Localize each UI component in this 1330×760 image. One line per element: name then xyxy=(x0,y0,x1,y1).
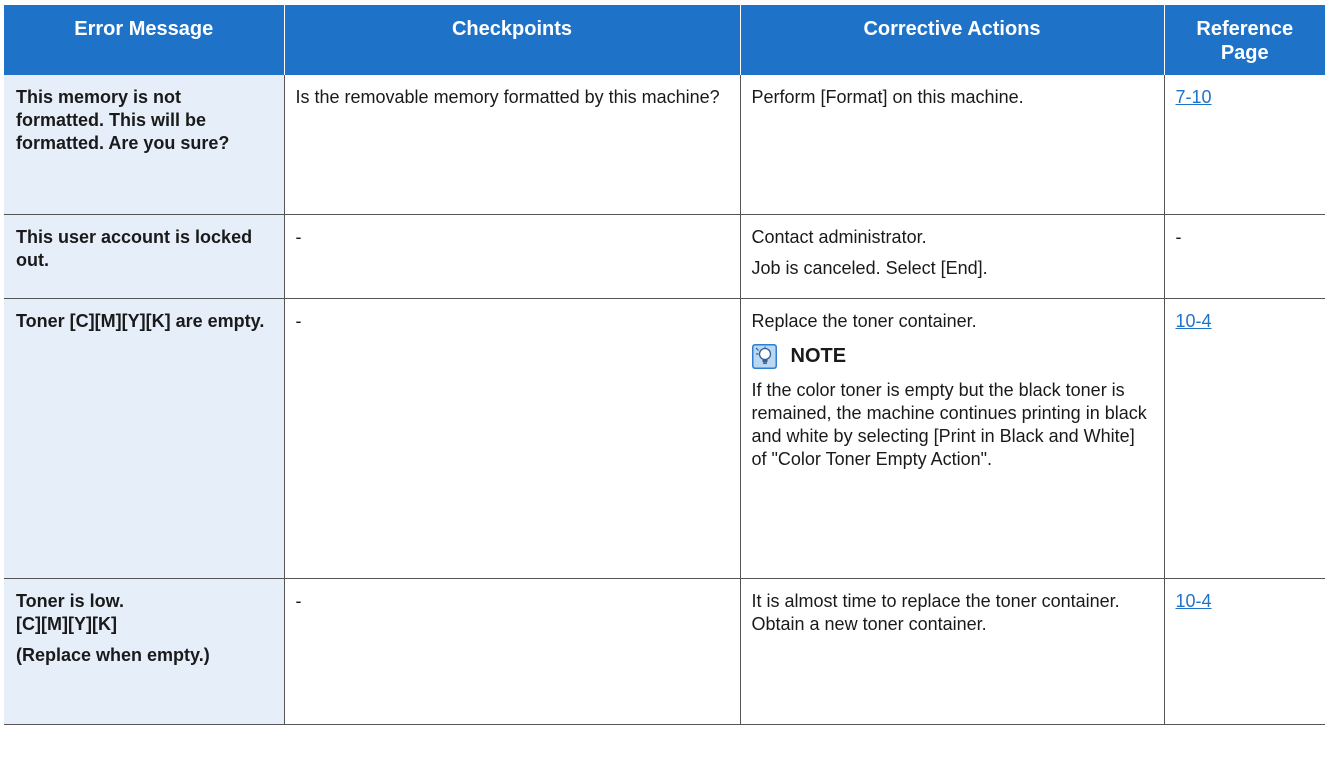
error-message-text: [C][M][Y][K] xyxy=(16,613,117,634)
checkpoint-cell: - xyxy=(283,214,740,299)
table-row: Toner is low. [C][M][Y][K] (Replace when… xyxy=(4,578,1325,725)
error-message-cell: Toner is low. [C][M][Y][K] (Replace when… xyxy=(4,578,284,725)
checkpoint-cell: Is the removable memory formatted by thi… xyxy=(283,75,740,215)
header-checkpoints: Checkpoints xyxy=(283,5,741,75)
corrective-action-cell: Replace the toner container. NOTE If the… xyxy=(739,298,1164,579)
reference-page-text: - xyxy=(1175,226,1182,247)
error-message-cell: This memory is not formatted. This will … xyxy=(4,75,284,215)
corrective-action-cell: Perform [Format] on this machine. xyxy=(739,75,1164,215)
checkpoint-text: Is the removable memory formatted by thi… xyxy=(295,87,720,107)
reference-page-cell: 7-10 xyxy=(1163,75,1325,215)
error-message-text: Toner is low. xyxy=(16,590,125,611)
note-heading: NOTE xyxy=(751,343,1153,369)
reference-page-link[interactable]: 10-4 xyxy=(1176,311,1212,331)
checkpoint-text: - xyxy=(295,226,302,247)
note-bulb-icon xyxy=(751,343,777,369)
checkpoint-text: - xyxy=(295,590,302,611)
reference-page-link[interactable]: 10-4 xyxy=(1176,591,1212,611)
error-message-text: (Replace when empty.) xyxy=(16,644,210,665)
table-row: This memory is not formatted. This will … xyxy=(4,75,1325,215)
checkpoint-cell: - xyxy=(283,298,740,579)
checkpoint-text: - xyxy=(295,310,302,331)
corrective-action-text: Replace the toner container. xyxy=(751,310,977,331)
note-text: If the color toner is empty but the blac… xyxy=(751,379,1147,469)
corrective-action-text: Perform [Format] on this machine. xyxy=(751,87,1024,107)
error-message-text: Toner [C][M][Y][K] are empty. xyxy=(16,310,265,331)
corrective-action-text: It is almost time to replace the toner c… xyxy=(751,590,1120,634)
table-header-row: Error Message Checkpoints Corrective Act… xyxy=(4,5,1325,75)
header-corrective-actions: Corrective Actions xyxy=(739,5,1165,75)
header-error-message: Error Message xyxy=(4,5,285,75)
corrective-action-cell: Contact administrator. Job is canceled. … xyxy=(739,214,1164,299)
corrective-action-cell: It is almost time to replace the toner c… xyxy=(739,578,1164,725)
corrective-action-text: Job is canceled. Select [End]. xyxy=(751,257,988,278)
note-label: NOTE xyxy=(790,345,847,367)
error-message-text: This memory is not formatted. This will … xyxy=(16,87,230,153)
checkpoint-cell: - xyxy=(283,578,740,725)
header-reference-page: Reference Page xyxy=(1163,5,1325,75)
error-message-cell: This user account is locked out. xyxy=(4,214,284,299)
reference-page-cell: 10-4 xyxy=(1163,578,1325,725)
reference-page-cell: - xyxy=(1163,214,1325,299)
error-message-text: This user account is locked out. xyxy=(16,226,253,270)
corrective-action-text: Contact administrator. xyxy=(751,226,927,247)
reference-page-cell: 10-4 xyxy=(1163,298,1325,579)
table-row: This user account is locked out. - Conta… xyxy=(4,214,1325,299)
error-message-table: Error Message Checkpoints Corrective Act… xyxy=(4,5,1325,725)
error-message-cell: Toner [C][M][Y][K] are empty. xyxy=(4,298,284,579)
table-row: Toner [C][M][Y][K] are empty. - Replace … xyxy=(4,298,1325,579)
reference-page-link[interactable]: 7-10 xyxy=(1176,87,1212,107)
